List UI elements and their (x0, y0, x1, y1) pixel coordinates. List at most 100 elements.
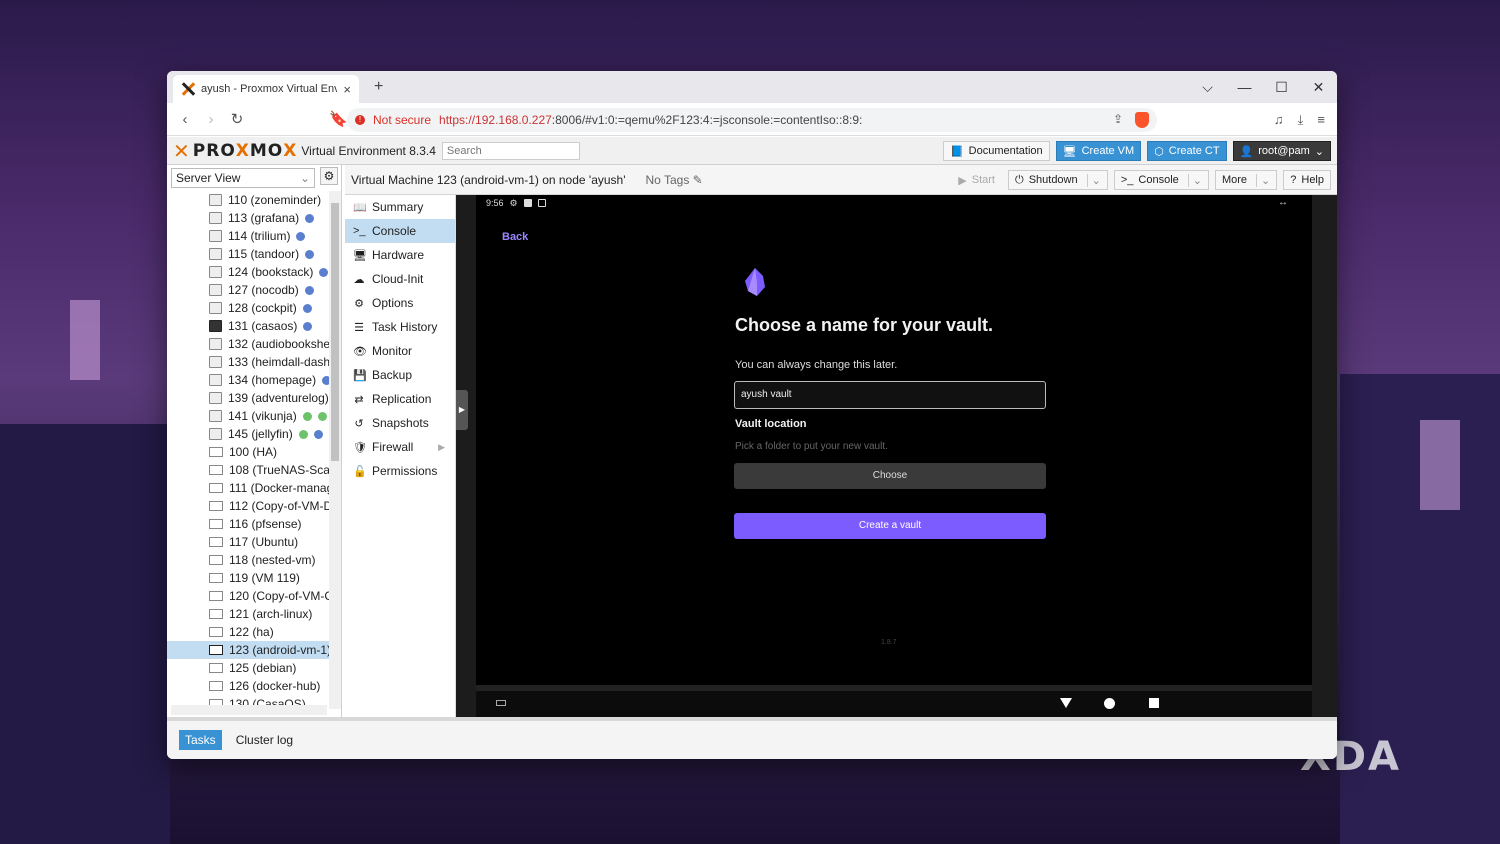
tree-item[interactable]: 120 (Copy-of-VM-Cc (167, 587, 329, 605)
forward-arrow-icon[interactable]: › (203, 111, 219, 128)
tree-item-label: 139 (adventurelog) (228, 391, 329, 405)
maximize-button[interactable]: ☐ (1263, 71, 1300, 103)
tree-item[interactable]: 132 (audiobookshelf (167, 335, 329, 353)
container-icon (209, 284, 222, 296)
reload-icon[interactable]: ↻ (229, 110, 245, 128)
menu-item-monitor[interactable]: 👁 Monitor (345, 339, 455, 363)
pencil-icon[interactable]: ✎ (693, 173, 703, 187)
tree-item[interactable]: 122 (ha) (167, 623, 329, 641)
container-icon (209, 248, 222, 260)
tree-item[interactable]: 128 (cockpit) (167, 299, 329, 317)
expand-icon[interactable]: ↔ (1278, 197, 1288, 208)
menu-item-permissions[interactable]: 🔓 Permissions (345, 459, 455, 483)
tree-item[interactable]: 121 (arch-linux) (167, 605, 329, 623)
tree-item[interactable]: 134 (homepage) (167, 371, 329, 389)
tree-item[interactable]: 126 (docker-hub) (167, 677, 329, 695)
keyboard-icon[interactable] (496, 700, 506, 706)
start-button[interactable]: ▶ Start (951, 170, 1002, 190)
chevron-down-icon[interactable]: ⌄ (1086, 173, 1101, 187)
scroll-thumb[interactable] (331, 203, 339, 461)
nav-recents-icon[interactable] (1149, 698, 1159, 708)
documentation-button[interactable]: 📘 Documentation (942, 141, 1050, 161)
tree-item[interactable]: 125 (debian) (167, 659, 329, 677)
share-icon[interactable]: ⇪ (1113, 112, 1123, 128)
tree-item[interactable]: 117 (Ubuntu) (167, 533, 329, 551)
media-icon[interactable]: ♫ (1274, 112, 1284, 128)
tree-item-label: 133 (heimdall-dashb (228, 355, 329, 369)
menu-item-label: Backup (372, 368, 413, 382)
tree-item[interactable]: 114 (trilium) (167, 227, 329, 245)
shutdown-button[interactable]: ⏻ Shutdown ⌄ (1007, 170, 1108, 190)
more-button[interactable]: More ⌄ (1214, 170, 1278, 190)
download-icon[interactable]: ⤓ (1298, 112, 1304, 128)
menu-item-label: Task History (372, 320, 438, 334)
menu-icon: ↺ (354, 417, 364, 430)
create-vault-button[interactable]: Create a vault (734, 513, 1046, 539)
tree-item[interactable]: 131 (casaos) (167, 317, 329, 335)
nav-back-icon[interactable] (1060, 698, 1072, 708)
tree-item[interactable]: 115 (tandoor) (167, 245, 329, 263)
tree-item[interactable]: 108 (TrueNAS-Scale (167, 461, 329, 479)
tree-item[interactable]: 100 (HA) (167, 443, 329, 461)
create-vm-button[interactable]: 🖥 Create VM (1055, 141, 1142, 161)
url-text[interactable]: https://192.168.0.227:8006/#v1:0:=qemu%2… (439, 113, 1105, 127)
tab-search-icon[interactable]: ⌵ (1189, 71, 1226, 103)
menu-item-firewall[interactable]: 🛡 Firewall ▶ (345, 435, 455, 459)
tree-item[interactable]: 145 (jellyfin) (167, 425, 329, 443)
menu-icon: 🖥 (353, 249, 367, 262)
android-screen[interactable]: 9:56 ⚙ ↔ Back Choose a name for your vau… (476, 195, 1312, 717)
create-ct-button[interactable]: ⬡ Create CT (1147, 141, 1227, 161)
gear-icon[interactable]: ⚙ (320, 167, 338, 185)
tree-h-scrollbar[interactable] (171, 705, 327, 715)
menu-item-hardware[interactable]: 🖥 Hardware (345, 243, 455, 267)
menu-item-backup[interactable]: 💾 Backup (345, 363, 455, 387)
minimize-button[interactable]: — (1226, 71, 1263, 103)
tree-item[interactable]: 139 (adventurelog) (167, 389, 329, 407)
console-sidebar-toggle[interactable]: ▶ (456, 390, 468, 430)
url-omnibox[interactable]: ! Not secure https://192.168.0.227:8006/… (347, 108, 1157, 132)
menu-item-cloud-init[interactable]: ☁ Cloud-Init (345, 267, 455, 291)
new-tab-button[interactable]: + (374, 78, 383, 96)
tab-cluster-log[interactable]: Cluster log (230, 730, 299, 750)
tab-close-icon[interactable]: × (343, 82, 351, 97)
tab-tasks[interactable]: Tasks (179, 730, 222, 750)
tree-item[interactable]: 116 (pfsense) (167, 515, 329, 533)
tree-scrollbar[interactable] (329, 191, 341, 709)
vault-name-input[interactable]: ayush vault (734, 381, 1046, 409)
tree-item[interactable]: 113 (grafana) (167, 209, 329, 227)
menu-icon[interactable]: ≡ (1317, 112, 1325, 128)
tree-item[interactable]: 112 (Copy-of-VM-Do (167, 497, 329, 515)
back-link[interactable]: Back (502, 231, 528, 243)
menu-item-console[interactable]: >_ Console (345, 219, 455, 243)
close-window-button[interactable]: ✕ (1300, 71, 1337, 103)
tree-item[interactable]: 123 (android-vm-1) (167, 641, 329, 659)
tree-item[interactable]: 119 (VM 119) (167, 569, 329, 587)
menu-item-summary[interactable]: 📖 Summary (345, 195, 455, 219)
menu-item-task-history[interactable]: ☰ Task History (345, 315, 455, 339)
tree-item[interactable]: 127 (nocodb) (167, 281, 329, 299)
tree-item[interactable]: 110 (zoneminder) (167, 191, 329, 209)
logo-text: MO (249, 140, 284, 161)
menu-item-options[interactable]: ⚙ Options (345, 291, 455, 315)
back-arrow-icon[interactable]: ‹ (177, 111, 193, 128)
tags-field[interactable]: No Tags ✎ (646, 173, 703, 187)
choose-folder-button[interactable]: Choose (734, 463, 1046, 489)
tree-item[interactable]: 141 (vikunja) (167, 407, 329, 425)
nav-home-icon[interactable] (1104, 698, 1115, 709)
search-input[interactable] (441, 141, 580, 160)
help-button[interactable]: ? Help (1283, 170, 1331, 190)
tree-item[interactable]: 133 (heimdall-dashb (167, 353, 329, 371)
tree-item-label: 123 (android-vm-1) (229, 643, 329, 657)
tree-item[interactable]: 111 (Docker-manage (167, 479, 329, 497)
menu-item-snapshots[interactable]: ↺ Snapshots (345, 411, 455, 435)
console-button[interactable]: >_ Console ⌄ (1113, 170, 1209, 190)
browser-tab[interactable]: ayush - Proxmox Virtual Enviro × (173, 75, 359, 103)
bookmark-icon[interactable]: 🔖 (329, 110, 348, 128)
user-menu-button[interactable]: 👤 root@pam ⌄ (1232, 141, 1331, 161)
menu-item-replication[interactable]: ⇄ Replication (345, 387, 455, 411)
tree-item[interactable]: 118 (nested-vm) (167, 551, 329, 569)
brave-shields-icon[interactable] (1135, 112, 1149, 128)
chevron-down-icon[interactable]: ⌄ (1187, 173, 1202, 187)
tree-item[interactable]: 124 (bookstack) (167, 263, 329, 281)
view-select[interactable]: Server View ⌄ (171, 168, 315, 188)
